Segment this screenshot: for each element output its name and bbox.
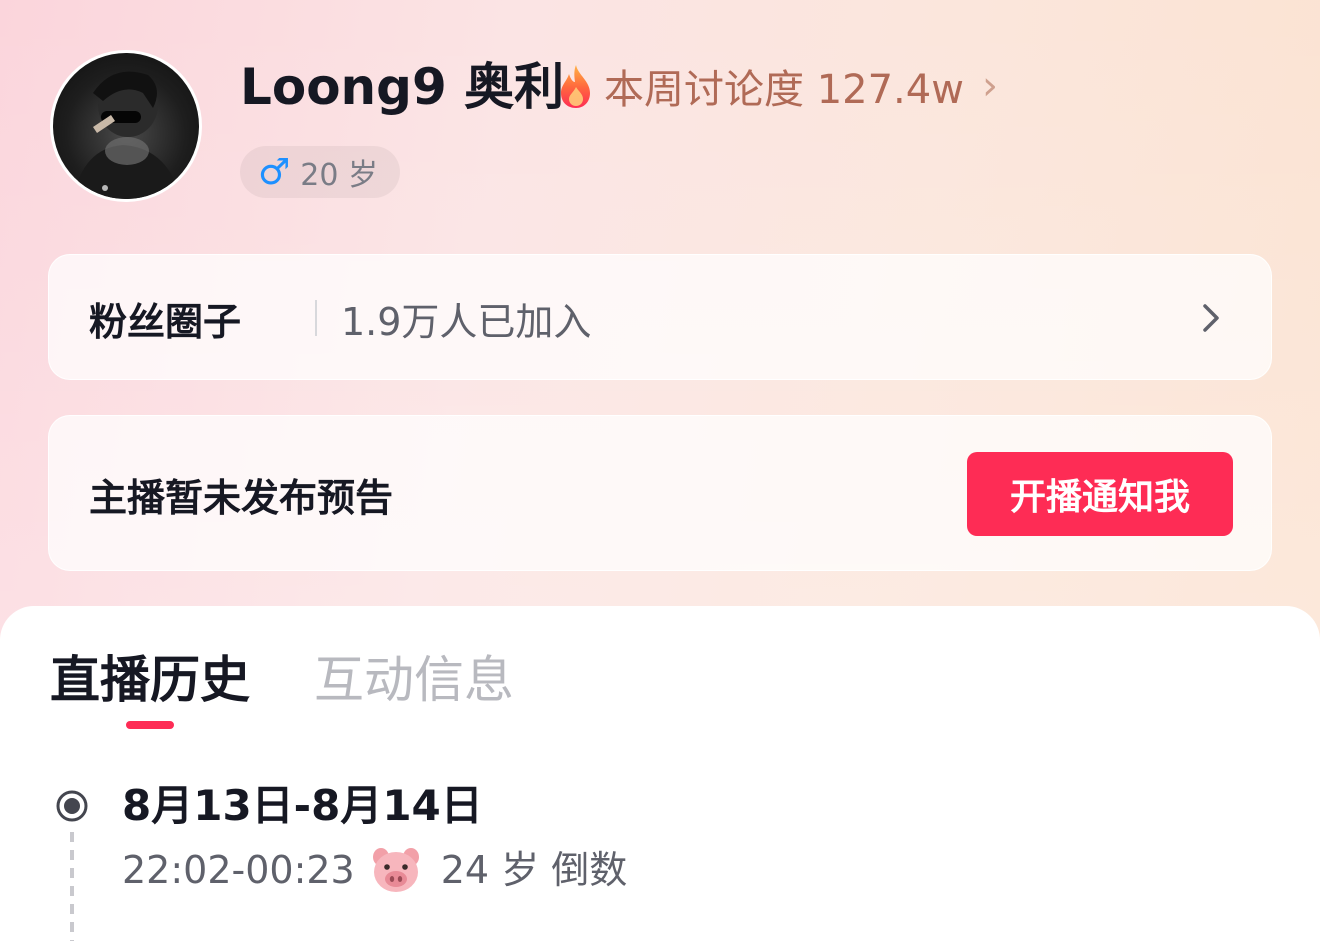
weekly-heat-text: 本周讨论度 127.4w bbox=[604, 67, 964, 113]
timeline-dot-icon bbox=[56, 790, 88, 822]
weekly-heat-link[interactable]: 本周讨论度 127.4w › bbox=[558, 58, 998, 114]
avatar[interactable] bbox=[50, 50, 202, 202]
fans-circle-title: 粉丝圈子 bbox=[89, 299, 242, 344]
age-text: 20 岁 bbox=[300, 158, 378, 193]
history-time-range: 22:02-00:23 bbox=[122, 848, 355, 892]
flame-icon bbox=[561, 65, 590, 108]
live-notice-card: 主播暂未发布预告 开播通知我 bbox=[48, 415, 1272, 571]
content-panel: 直播历史 互动信息 8月13日-8月14日 22:02-00:23 24 岁 倒… bbox=[0, 606, 1320, 941]
no-preview-notice: 主播暂未发布预告 bbox=[89, 475, 394, 520]
timeline-line bbox=[70, 832, 74, 941]
notify-me-button[interactable]: 开播通知我 bbox=[967, 452, 1233, 536]
fans-circle-card[interactable]: 粉丝圈子 1.9万人已加入 bbox=[48, 254, 1272, 380]
username: Loong9 奥利 bbox=[240, 58, 565, 116]
tab-live-history[interactable]: 直播历史 bbox=[50, 644, 250, 716]
male-icon: ♂ bbox=[258, 151, 291, 193]
history-date-range[interactable]: 8月13日-8月14日 bbox=[122, 778, 483, 834]
fans-circle-count: 1.9万人已加入 bbox=[341, 299, 592, 344]
active-tab-indicator bbox=[126, 721, 174, 729]
avatar-image bbox=[53, 53, 199, 199]
gender-age-badge: ♂ 20 岁 bbox=[240, 146, 400, 198]
pig-face-icon bbox=[372, 848, 419, 892]
history-title: 24 岁 倒数 bbox=[440, 848, 628, 892]
history-entry-meta[interactable]: 22:02-00:23 24 岁 倒数 bbox=[122, 844, 627, 896]
chevron-right-icon bbox=[1203, 304, 1219, 332]
chevron-right-icon: › bbox=[981, 63, 998, 109]
tab-interaction-info[interactable]: 互动信息 bbox=[314, 644, 514, 716]
divider bbox=[315, 300, 317, 336]
